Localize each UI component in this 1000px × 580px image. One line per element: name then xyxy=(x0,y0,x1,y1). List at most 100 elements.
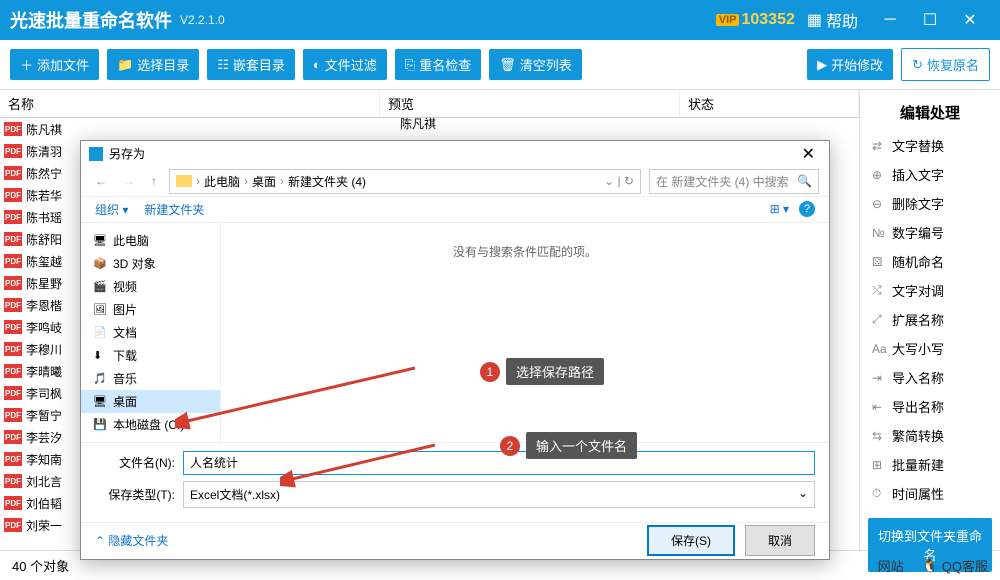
dialog-close-button[interactable]: ✕ xyxy=(796,144,821,164)
sidebar-item-icon: ⊕ xyxy=(872,168,886,182)
file-name: 李暂宁 xyxy=(26,407,62,424)
pdf-icon: PDF xyxy=(4,408,22,422)
sidebar-item-label: 删除文字 xyxy=(892,194,944,213)
tree-icon: 🖥 xyxy=(93,234,107,247)
sidebar-item-label: 数字编号 xyxy=(892,223,944,242)
sidebar-item[interactable]: ⇥导入名称 xyxy=(860,363,1000,392)
tree-icon: 🎵 xyxy=(93,372,107,385)
sidebar-title: 编辑处理 xyxy=(860,98,1000,131)
sidebar-item[interactable]: ⇤导出名称 xyxy=(860,392,1000,421)
file-name: 陈星野 xyxy=(26,275,62,292)
view-mode-button[interactable]: ⊞ ▾ xyxy=(770,202,789,216)
tree-label: 3D 对象 xyxy=(113,255,156,272)
list-header: 名称 预览 状态 xyxy=(0,90,859,118)
file-name: 李鸣岐 xyxy=(26,319,62,336)
tree-item[interactable]: 🎬视频 xyxy=(81,275,220,298)
pdf-icon: PDF xyxy=(4,188,22,202)
tree-label: 音乐 xyxy=(113,370,137,387)
save-button[interactable]: 保存(S) xyxy=(647,525,735,556)
nav-forward-button[interactable]: → xyxy=(119,174,139,188)
filetype-label: 保存类型(T): xyxy=(95,486,175,503)
clear-list-button[interactable]: 🗑清空列表 xyxy=(489,49,582,80)
nav-back-button[interactable]: ← xyxy=(91,174,111,188)
sidebar-item-label: 插入文字 xyxy=(892,165,944,184)
titlebar: 光速批量重命名软件 V2.2.1.0 VIP103352 ▦帮助 ─ ☐ ✕ xyxy=(0,0,1000,40)
tree-label: 此电脑 xyxy=(113,232,149,249)
sidebar: 编辑处理 ⇄文字替换 ⊕ 插入文字 ⊖删除文字№数字编号⚄随机命名⤭文字对调 ⤢ 扩展名称… xyxy=(860,90,1000,550)
help-button[interactable]: ▦帮助 xyxy=(807,8,858,32)
add-file-button[interactable]: ＋添加文件 xyxy=(10,49,99,80)
object-count: 40 个对象 xyxy=(12,556,69,575)
pdf-icon: PDF xyxy=(4,364,22,378)
choose-dir-button[interactable]: 📁选择目录 xyxy=(107,49,199,80)
sidebar-item[interactable]: ⇆繁简转换 xyxy=(860,421,1000,450)
help-icon[interactable]: ? xyxy=(799,201,815,217)
new-folder-button[interactable]: 新建文件夹 xyxy=(144,201,204,218)
check-icon: ⎘ xyxy=(405,57,415,73)
start-rename-button[interactable]: ▶开始修改 xyxy=(807,49,893,80)
sidebar-item[interactable]: ⊕ 插入文字 xyxy=(860,160,1000,189)
filename-input[interactable] xyxy=(183,451,815,475)
sidebar-item-icon: ⇄ xyxy=(872,139,886,153)
organize-button[interactable]: 组织 ▾ xyxy=(95,201,128,218)
vip-icon: VIP xyxy=(716,14,740,26)
tree-item[interactable]: 🖥 此电脑 xyxy=(81,229,220,252)
folder-icon xyxy=(176,175,192,187)
file-name: 李穆川 xyxy=(26,341,62,358)
sidebar-item[interactable]: №数字编号 xyxy=(860,218,1000,247)
file-name: 李芸汐 xyxy=(26,429,62,446)
tree-icon: 🎬 xyxy=(93,280,107,293)
pdf-icon: PDF xyxy=(4,298,22,312)
close-button[interactable]: ✕ xyxy=(950,10,990,30)
file-name: 李知南 xyxy=(26,451,62,468)
cancel-button[interactable]: 取消 xyxy=(745,525,815,556)
sidebar-item-label: 大写小写 xyxy=(892,339,944,358)
file-name: 陈然宁 xyxy=(26,165,62,182)
check-dup-button[interactable]: ⎘重名检查 xyxy=(395,49,481,80)
dialog-title: 另存为 xyxy=(109,145,145,162)
tree-label: 桌面 xyxy=(113,393,137,410)
pdf-icon: PDF xyxy=(4,254,22,268)
file-name: 刘北言 xyxy=(26,473,62,490)
file-name: 刘伯韬 xyxy=(26,495,62,512)
col-status[interactable]: 状态 xyxy=(680,90,859,117)
dialog-search[interactable]: 在 新建文件夹 (4) 中搜索🔍 xyxy=(649,169,819,194)
toolbar: ＋添加文件 📁选择目录 ☷嵌套目录 ◐文件过滤 ⎘重名检查 🗑清空列表 ▶开始修… xyxy=(0,40,1000,90)
sidebar-item-label: 扩展名称 xyxy=(892,310,944,329)
sidebar-item-icon: Aa xyxy=(872,342,886,356)
sidebar-item[interactable]: ⤢ 扩展名称 xyxy=(860,305,1000,334)
sidebar-item[interactable]: ⊖删除文字 xyxy=(860,189,1000,218)
hide-folders-button[interactable]: ⌃ 隐藏文件夹 xyxy=(95,532,168,549)
qq-support[interactable]: 🐧QQ客服 xyxy=(922,556,988,575)
pdf-icon: PDF xyxy=(4,276,22,290)
sidebar-item[interactable]: ⊞批量新建 xyxy=(860,450,1000,479)
sidebar-item-label: 导入名称 xyxy=(892,368,944,387)
nav-up-button[interactable]: ↑ xyxy=(147,174,161,188)
restore-name-button[interactable]: ↻恢复原名 xyxy=(901,48,990,81)
filetype-select[interactable]: Excel文档(*.xlsx)⌄ xyxy=(183,481,815,508)
sidebar-item[interactable]: ⇄文字替换 xyxy=(860,131,1000,160)
sidebar-item[interactable]: ⚄随机命名 xyxy=(860,247,1000,276)
filter-button[interactable]: ◐文件过滤 xyxy=(303,49,387,80)
tree-item[interactable]: 📄文档 xyxy=(81,321,220,344)
sidebar-item-icon: ⤢ xyxy=(872,312,886,327)
nest-dir-button[interactable]: ☷嵌套目录 xyxy=(207,49,295,80)
file-name: 陈清羽 xyxy=(26,143,62,160)
tree-item[interactable]: 🖼图片 xyxy=(81,298,220,321)
col-name[interactable]: 名称 xyxy=(0,90,380,117)
pdf-icon: PDF xyxy=(4,320,22,334)
col-preview[interactable]: 预览 xyxy=(380,90,680,117)
sidebar-item[interactable]: ⏱时间属性 xyxy=(860,479,1000,508)
breadcrumb[interactable]: › 此电脑› 桌面› 新建文件夹 (4) ⌄ | ↻ xyxy=(169,169,641,194)
sidebar-item[interactable]: ⤭文字对调 xyxy=(860,276,1000,305)
minimize-button[interactable]: ─ xyxy=(870,11,910,29)
tree-item[interactable]: 📦3D 对象 xyxy=(81,252,220,275)
sidebar-item-icon: ⇤ xyxy=(872,400,886,414)
app-title: 光速批量重命名软件 xyxy=(10,7,172,33)
sidebar-item[interactable]: Aa 大写小写 xyxy=(860,334,1000,363)
sidebar-item-label: 繁简转换 xyxy=(892,426,944,445)
maximize-button[interactable]: ☐ xyxy=(910,10,950,30)
pdf-icon: PDF xyxy=(4,518,22,532)
website-link[interactable]: 网站 xyxy=(878,556,904,575)
sidebar-item-icon: ⊞ xyxy=(872,458,886,472)
